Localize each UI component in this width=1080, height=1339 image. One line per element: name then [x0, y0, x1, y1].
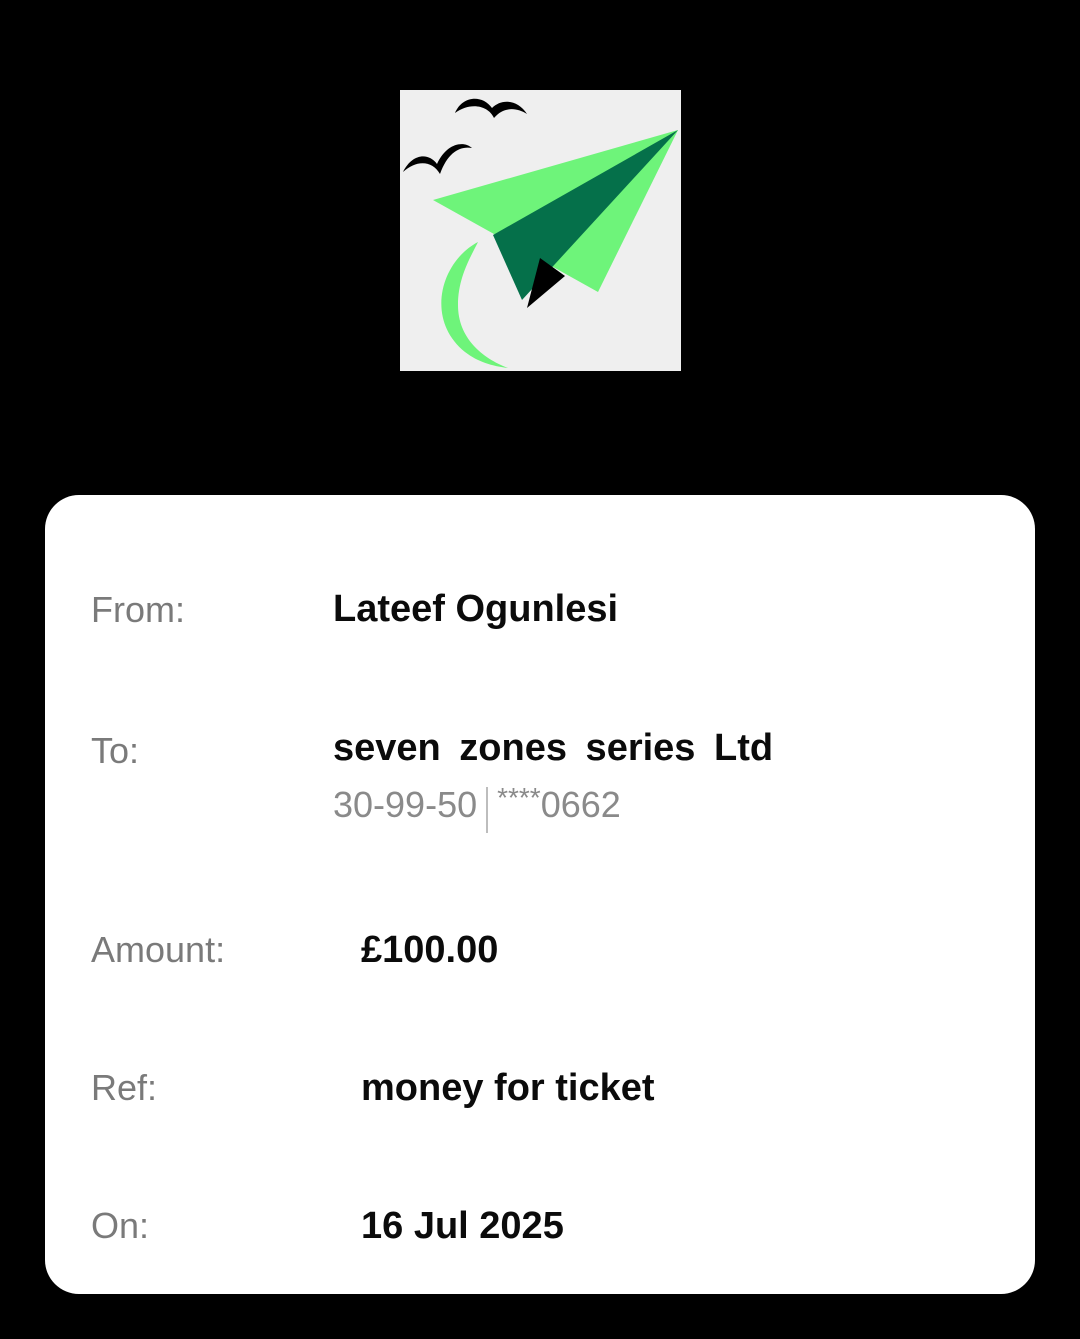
ref-value: money for ticket — [361, 1067, 655, 1109]
account-details: 30-99-50 **** 0662 — [333, 782, 621, 833]
from-label: From: — [91, 589, 185, 630]
amount-label: Amount: — [91, 929, 226, 970]
account-mask: **** — [497, 782, 541, 813]
ref-label: Ref: — [91, 1067, 158, 1108]
amount-value: £100.00 — [361, 929, 499, 971]
transfer-details-card: From: Lateef Ogunlesi To: seven zones se… — [45, 495, 1035, 1294]
to-label: To: — [91, 730, 140, 771]
to-value: seven zones series Ltd — [333, 727, 774, 769]
sort-code: 30-99-50 — [333, 784, 478, 825]
app-logo — [400, 90, 681, 371]
from-value: Lateef Ogunlesi — [333, 588, 619, 630]
account-last4: 0662 — [540, 784, 621, 825]
on-label: On: — [91, 1205, 150, 1246]
on-value: 16 Jul 2025 — [361, 1205, 564, 1247]
separator — [486, 787, 489, 833]
paper-plane-icon — [403, 98, 678, 368]
